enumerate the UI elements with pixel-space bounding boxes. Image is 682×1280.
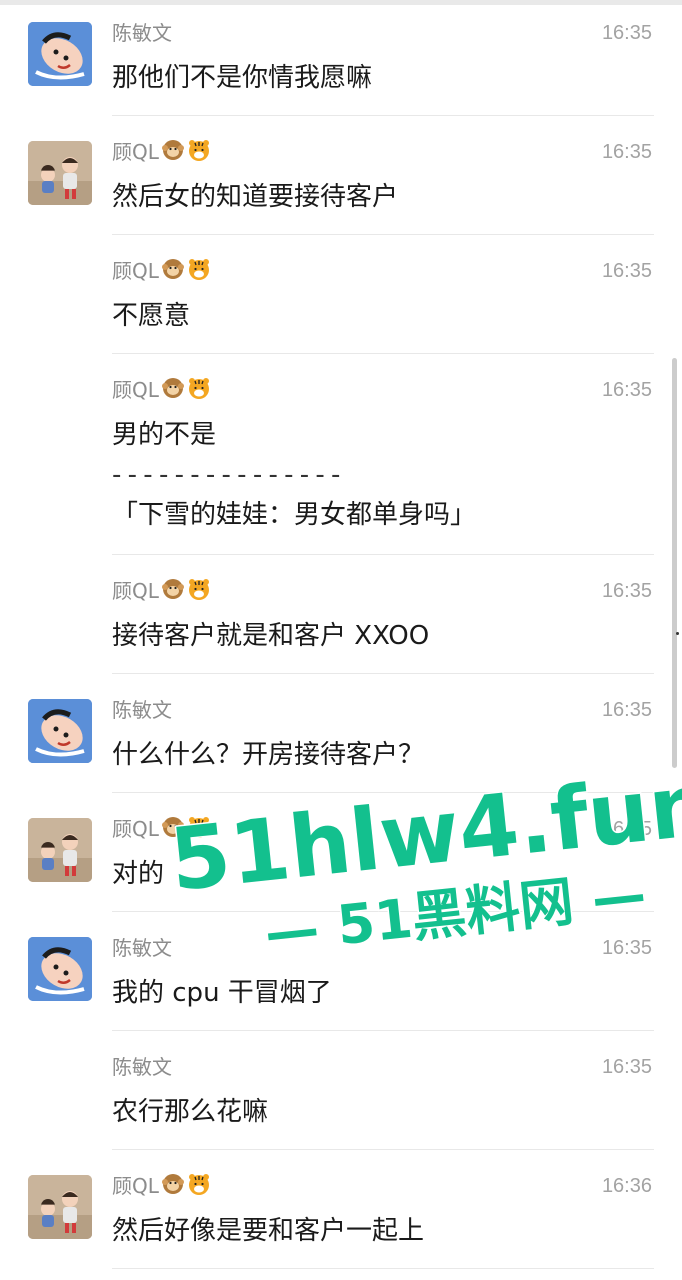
message-time: 16:36 [601,1175,652,1197]
message-line: 什么什么？开房接待客户？ [112,740,425,770]
message-divider [112,115,654,116]
message-line: 不愿意 [112,301,191,331]
sender-name: 陈敏文 [112,1052,172,1082]
message-text[interactable]: 不愿意 [112,296,190,336]
message-text[interactable]: 我的 cpu 干冒烟了 [112,973,332,1013]
message-line: 我的 cpu 干冒烟了 [112,978,332,1008]
avatar[interactable] [28,699,92,763]
message-divider [112,1268,654,1269]
avatar[interactable] [28,22,92,86]
message-text[interactable]: 那他们不是你情我愿嘛 [112,58,372,98]
monkey-emoji-icon [161,577,185,609]
message-line: 对的 [112,859,165,889]
message-text[interactable]: 农行那么花嘛 [112,1092,268,1132]
message-time: 16:35 [601,818,652,840]
quote-separator: - - - - - - - - - - - - - - - [112,460,340,490]
message-text[interactable]: 男的不是 - - - - - - - - - - - - - - - 「下雪的娃娃：… [112,415,476,535]
message-divider [112,1149,654,1150]
message-divider [112,792,654,793]
sender-name: 陈敏文 [112,18,172,48]
sender-name: 陈敏文 [112,695,172,725]
avatar[interactable] [28,937,92,1001]
sender-name-text: 陈敏文 [112,1055,172,1079]
message-divider [112,353,654,354]
message-text[interactable]: 对的 [112,854,164,894]
sender-name: 顾QL [112,576,211,606]
message-line: 农行那么花嘛 [112,1097,269,1127]
sender-name: 顾QL [112,814,211,844]
message-time: 16:35 [601,1056,652,1078]
message-text[interactable]: 接待客户就是和客户 XXOO [112,616,429,656]
message-line: 然后好像是要和客户一起上 [112,1216,425,1246]
message-divider [112,1030,654,1031]
sender-name-text: 顾QL [112,259,159,283]
monkey-emoji-icon [161,815,185,847]
top-edge-bar [0,0,682,5]
message-text[interactable]: 然后好像是要和客户一起上 [112,1211,424,1251]
tiger-emoji-icon [187,257,211,289]
sender-name-text: 顾QL [112,1174,159,1198]
message-line: 「下雪的娃娃：男女都单身吗」 [112,500,477,530]
sender-name: 陈敏文 [112,933,172,963]
avatar[interactable] [28,818,92,882]
sender-name-text: 陈敏文 [112,21,172,45]
watermark-line-2: — 51黑料网 — [262,862,649,965]
message-text[interactable]: 然后女的知道要接待客户 [112,177,398,217]
message-time: 16:35 [601,379,652,401]
monkey-emoji-icon [161,376,185,408]
sender-name-text: 顾QL [112,378,159,402]
message-line: 接待客户就是和客户 XXOO [112,621,430,651]
monkey-emoji-icon [161,138,185,170]
message-line: 男的不是 [112,420,217,450]
sender-name: 顾QL [112,256,211,286]
message-time: 16:35 [601,699,652,721]
avatar[interactable] [28,1175,92,1239]
sender-name-text: 陈敏文 [112,698,172,722]
tiger-emoji-icon [187,138,211,170]
tiger-emoji-icon [187,376,211,408]
message-line: 那他们不是你情我愿嘛 [112,63,373,93]
monkey-emoji-icon [161,1172,185,1204]
edge-dot [676,632,679,635]
message-time: 16:35 [601,260,652,282]
sender-name-text: 顾QL [112,140,159,164]
sender-name: 顾QL [112,137,211,167]
message-divider [112,911,654,912]
sender-name-text: 顾QL [112,579,159,603]
tiger-emoji-icon [187,577,211,609]
sender-name-text: 陈敏文 [112,936,172,960]
sender-name: 顾QL [112,1171,211,1201]
avatar[interactable] [28,141,92,205]
message-text[interactable]: 什么什么？开房接待客户？ [112,735,424,775]
message-divider [112,673,654,674]
tiger-emoji-icon [187,1172,211,1204]
message-divider [112,554,654,555]
tiger-emoji-icon [187,815,211,847]
sender-name-text: 顾QL [112,817,159,841]
monkey-emoji-icon [161,257,185,289]
sender-name: 顾QL [112,375,211,405]
message-time: 16:35 [601,937,652,959]
message-time: 16:35 [601,22,652,44]
message-line: 然后女的知道要接待客户 [112,182,399,212]
message-divider [112,234,654,235]
message-time: 16:35 [601,141,652,163]
message-time: 16:35 [601,580,652,602]
scrollbar[interactable] [672,358,677,768]
